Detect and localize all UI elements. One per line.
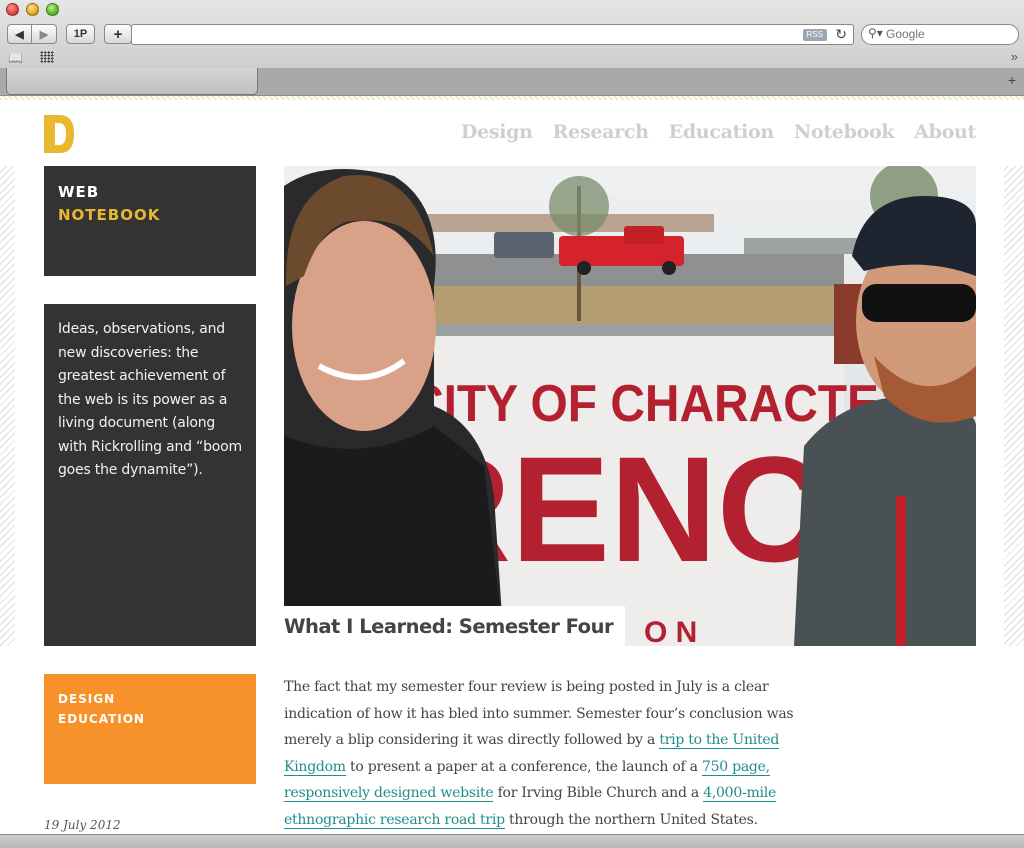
bookmarks-icon[interactable]: 📖 xyxy=(8,51,23,65)
minimize-window-button[interactable] xyxy=(26,3,39,16)
nav-about[interactable]: About xyxy=(914,121,976,143)
nav-research[interactable]: Research xyxy=(553,121,649,143)
web-page: Design Research Education Notebook About… xyxy=(0,96,1024,834)
new-tab-icon[interactable]: + xyxy=(1008,72,1016,88)
section-title-card: WEB NOTEBOOK xyxy=(44,166,256,276)
search-input[interactable] xyxy=(886,27,1014,41)
search-field[interactable]: ⚲▾ xyxy=(861,24,1019,45)
nav-education[interactable]: Education xyxy=(669,121,775,143)
bookmarks-overflow-icon[interactable]: » xyxy=(1011,49,1018,64)
post-date: 19 July 2012 xyxy=(44,818,121,832)
section-title-notebook: NOTEBOOK xyxy=(58,206,161,224)
search-icon[interactable]: ⚲▾ xyxy=(868,26,883,40)
nav-design[interactable]: Design xyxy=(461,121,533,143)
onepassword-label: 1P xyxy=(73,28,88,40)
zoom-window-button[interactable] xyxy=(46,3,59,16)
post-body-text-3: for Irving Bible Church and a xyxy=(493,785,704,801)
post-title-wrap: What I Learned: Semester Four xyxy=(284,606,626,646)
close-window-button[interactable] xyxy=(6,3,19,16)
tab-strip: + xyxy=(0,68,1024,95)
address-field[interactable]: RSS ↻ xyxy=(131,24,854,45)
section-title-web: WEB xyxy=(58,183,100,201)
nav-notebook[interactable]: Notebook xyxy=(794,121,895,143)
section-description: Ideas, observations, and new discoveries… xyxy=(58,321,242,478)
active-tab[interactable] xyxy=(6,68,258,95)
forward-button[interactable]: ▶ xyxy=(31,24,57,44)
top-sites-grid-icon[interactable] xyxy=(40,51,54,63)
decorative-hatch-right xyxy=(1004,166,1024,646)
status-bar xyxy=(0,834,1024,848)
add-bookmark-button[interactable]: + xyxy=(104,24,132,44)
site-logo[interactable] xyxy=(44,115,74,153)
category-design[interactable]: DESIGN xyxy=(58,689,242,709)
category-education[interactable]: EDUCATION xyxy=(58,709,242,729)
back-arrow-icon: ◀ xyxy=(15,28,24,41)
reload-icon[interactable]: ↻ xyxy=(835,26,847,43)
post-title[interactable]: What I Learned: Semester Four xyxy=(284,615,614,638)
forward-arrow-icon: ▶ xyxy=(39,28,49,41)
category-card: DESIGN EDUCATION xyxy=(44,674,256,784)
plus-icon: + xyxy=(113,25,123,43)
top-stripe xyxy=(0,96,1024,100)
rss-badge[interactable]: RSS xyxy=(802,29,827,41)
onepassword-button[interactable]: 1P xyxy=(66,24,95,44)
site-nav: Design Research Education Notebook About xyxy=(461,121,976,143)
post-body: The fact that my semester four review is… xyxy=(284,674,814,834)
banner-text-bottom: O N xyxy=(644,616,697,646)
post-body-text-2: to present a paper at a conference, the … xyxy=(345,758,702,775)
decorative-hatch-left xyxy=(0,166,15,646)
hero-photo: CITY OF CHARACTE RENC O N xyxy=(284,166,976,646)
browser-chrome: ◀ ▶ 1P + RSS ↻ ⚲▾ 📖 » + xyxy=(0,0,1024,96)
section-description-card: Ideas, observations, and new discoveries… xyxy=(44,304,256,646)
back-button[interactable]: ◀ xyxy=(7,24,32,44)
